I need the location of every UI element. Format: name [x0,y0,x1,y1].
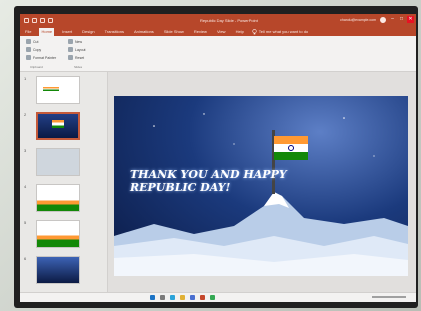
slide-thumbnail[interactable]: 3 [24,148,106,178]
slide-thumb-image [36,256,80,284]
store-icon[interactable] [190,295,195,300]
paintbrush-icon [26,55,31,60]
tab-view[interactable]: View [215,28,228,36]
slide-thumbnail[interactable]: 1 [24,76,106,106]
slide-thumb-image [36,148,80,176]
slide-number: 4 [24,184,27,189]
reset-button[interactable]: Reset [68,55,86,60]
slide-thumbnail[interactable]: 6 [24,256,106,286]
tab-insert[interactable]: Insert [60,28,74,36]
slides-group: New Layout Reset [68,39,86,63]
tab-transitions[interactable]: Transitions [103,28,126,36]
indian-flag [274,136,308,160]
title-bar: Republic Day Slide - PowerPoint chandu@e… [20,14,416,26]
slide-number: 5 [24,220,27,225]
account-email[interactable]: chandu@example.com [340,18,376,22]
window-controls: – □ ✕ [389,16,414,23]
slide-thumbnail-pane: 1 2 3 4 5 6 [20,72,108,292]
tell-me-box[interactable]: Tell me what you want to do [252,28,308,36]
layout-button[interactable]: Layout [68,47,86,52]
close-button[interactable]: ✕ [407,16,414,23]
slide-number: 3 [24,148,27,153]
avatar[interactable] [380,17,386,23]
cut-button[interactable]: Cut [26,39,56,44]
search-icon[interactable] [160,295,165,300]
new-slide-icon [68,39,73,44]
tab-help[interactable]: Help [234,28,246,36]
quick-access-toolbar [24,17,53,23]
current-slide[interactable]: THANK YOU AND HAPPY REPUBLIC DAY! [114,96,408,276]
clipboard-group-label: Clipboard [30,65,43,69]
ribbon-tab-bar: File Home Insert Design Transitions Anim… [20,26,416,36]
tab-slide-show[interactable]: Slide Show [162,28,186,36]
slide-thumb-image [36,220,80,248]
ashoka-chakra [288,145,294,151]
tab-home[interactable]: Home [39,28,55,36]
powerpoint-icon[interactable] [200,295,205,300]
format-painter-button[interactable]: Format Painter [26,55,56,60]
slide-number: 6 [24,256,27,261]
chrome-icon[interactable] [210,295,215,300]
copy-label: Copy [33,47,42,52]
layout-label: Layout [75,47,86,52]
cut-label: Cut [33,39,39,44]
reset-icon [68,55,73,60]
tab-file[interactable]: File [23,28,33,36]
slide-number: 1 [24,76,27,81]
slide-thumbnail[interactable]: 5 [24,220,106,250]
slide-thumb-image [36,184,80,212]
slide-thumb-image [36,76,80,104]
slide-editing-area: THANK YOU AND HAPPY REPUBLIC DAY! [108,72,416,292]
copy-button[interactable]: Copy [26,47,56,52]
new-slide-button[interactable]: New [68,39,86,44]
status-bar [20,292,416,302]
slide-text-line1: THANK YOU AND HAPPY [130,168,287,181]
windows-icon[interactable] [150,295,155,300]
maximize-button[interactable]: □ [398,16,405,23]
ribbon-home: Cut Copy Format Painter Clipboard New La… [20,36,416,72]
new-slide-label: New [75,39,83,44]
edge-icon[interactable] [170,295,175,300]
slide-text[interactable]: THANK YOU AND HAPPY REPUBLIC DAY! [130,168,300,194]
lightbulb-icon [252,29,257,35]
minimize-button[interactable]: – [389,16,396,23]
slide-thumbnail[interactable]: 2 [24,112,106,142]
slide-text-line2: REPUBLIC DAY! [130,181,231,194]
tell-me-label: Tell me what you want to do [258,29,309,34]
taskbar-icons [150,295,215,300]
clipboard-group: Cut Copy Format Painter [26,39,56,63]
undo-icon[interactable] [32,17,37,23]
copy-icon [26,47,31,52]
tab-design[interactable]: Design [80,28,96,36]
save-icon[interactable] [24,17,29,23]
slide-thumb-image [36,112,80,140]
powerpoint-window: Republic Day Slide - PowerPoint chandu@e… [20,14,416,302]
window-title: Republic Day Slide - PowerPoint [200,18,258,23]
slides-group-label: Slides [74,65,83,69]
layout-icon [68,47,73,52]
scissors-icon [26,39,31,44]
tab-animations[interactable]: Animations [132,28,156,36]
slide-thumbnail[interactable]: 4 [24,184,106,214]
tab-review[interactable]: Review [192,28,209,36]
format-painter-label: Format Painter [33,55,57,60]
slide-number: 2 [24,112,27,117]
zoom-slider[interactable] [372,296,406,298]
redo-icon[interactable] [40,17,45,23]
folder-icon[interactable] [180,295,185,300]
reset-label: Reset [75,55,85,60]
start-icon[interactable] [48,17,53,23]
